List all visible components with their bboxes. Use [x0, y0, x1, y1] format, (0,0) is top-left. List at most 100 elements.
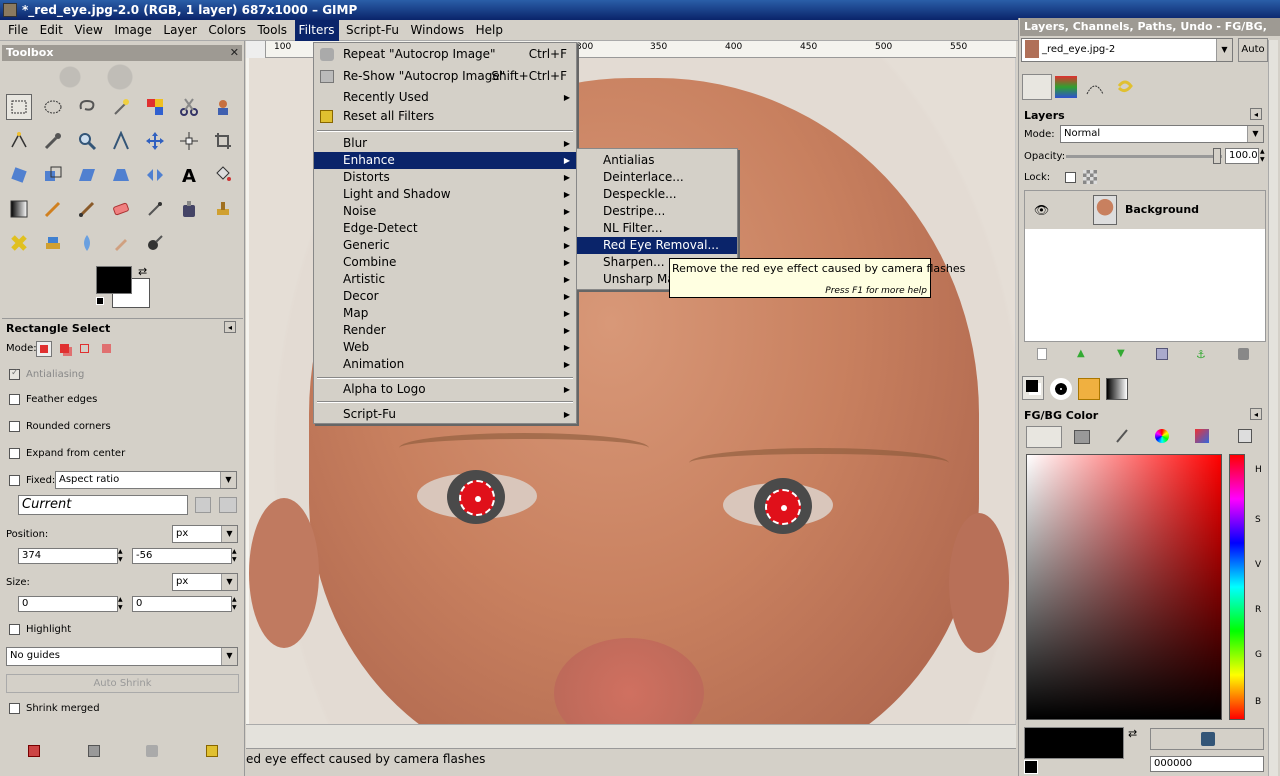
menu-item-generic[interactable]: Generic ▶: [314, 237, 576, 254]
menu-view[interactable]: View: [70, 20, 106, 41]
menu-item-map[interactable]: Map ▶: [314, 305, 576, 322]
right-dock-scrollbar[interactable]: [1268, 40, 1278, 776]
horizontal-scrollbar[interactable]: [246, 724, 1016, 748]
text-tool-icon[interactable]: A: [176, 162, 202, 188]
measure-tool-icon[interactable]: [108, 128, 134, 154]
paths-tool-icon[interactable]: [6, 128, 32, 154]
size-h-field[interactable]: 0: [132, 596, 232, 612]
default-colors-icon[interactable]: [96, 297, 104, 305]
hue-strip[interactable]: [1229, 454, 1245, 720]
smudge-tool-icon[interactable]: [108, 230, 134, 256]
position-x-field[interactable]: 374: [18, 548, 118, 564]
swap-icon[interactable]: ⇄: [1128, 727, 1137, 740]
layer-row-background[interactable]: 👁 Background: [1025, 191, 1265, 229]
auto-button[interactable]: Auto: [1238, 38, 1268, 62]
menu-image[interactable]: Image: [110, 20, 156, 41]
aspect-ratio-field[interactable]: Current: [18, 495, 188, 515]
fuzzy-select-tool-icon[interactable]: [108, 94, 134, 120]
position-y-field[interactable]: -56: [132, 548, 232, 564]
cmyk-selector-icon[interactable]: [1074, 430, 1090, 444]
channel-b[interactable]: B: [1255, 697, 1261, 707]
foreground-select-tool-icon[interactable]: [210, 94, 236, 120]
menu-item-render[interactable]: Render ▶: [314, 322, 576, 339]
menu-item-reshow[interactable]: Re-Show "Autocrop Image" Shift+Ctrl+F: [314, 68, 576, 85]
portrait-icon[interactable]: [195, 497, 211, 513]
menu-item-despeckle[interactable]: Despeckle...: [577, 186, 737, 203]
flip-tool-icon[interactable]: [142, 162, 168, 188]
menu-item-artistic[interactable]: Artistic ▶: [314, 271, 576, 288]
image-combo[interactable]: _red_eye.jpg-2 ▼: [1021, 38, 1233, 62]
save-options-icon[interactable]: [28, 745, 40, 757]
menu-item-distorts[interactable]: Distorts ▶: [314, 169, 576, 186]
clone-tool-icon[interactable]: [210, 196, 236, 222]
menu-filters[interactable]: Filters: [294, 20, 339, 41]
blend-tool-icon[interactable]: [6, 196, 32, 222]
position-unit-combo[interactable]: px ▼: [172, 525, 238, 543]
menu-item-destripe[interactable]: Destripe...: [577, 203, 737, 220]
eye-icon[interactable]: 👁: [1034, 203, 1049, 217]
menu-item-recently-used[interactable]: Recently Used ▶: [314, 89, 576, 106]
channels-tab-icon[interactable]: [1055, 76, 1077, 98]
menu-script-fu[interactable]: Script-Fu: [342, 20, 403, 41]
size-unit-combo[interactable]: px ▼: [172, 573, 238, 591]
opacity-slider-track[interactable]: [1066, 155, 1222, 158]
paths-tab-icon[interactable]: [1084, 76, 1106, 98]
foreground-color-swatch[interactable]: [96, 266, 132, 294]
expand-checkbox[interactable]: [9, 448, 20, 459]
watercolor-selector-icon[interactable]: [1195, 429, 1209, 443]
color-picker-tool-icon[interactable]: [40, 128, 66, 154]
magnify-tool-icon[interactable]: [74, 128, 100, 154]
menu-item-script-fu[interactable]: Script-Fu ▶: [314, 406, 576, 423]
size-h-spinner[interactable]: ▲ ▼: [232, 596, 240, 612]
swap-colors-icon[interactable]: ⇄: [138, 265, 147, 278]
tool-options-menu-icon[interactable]: ◂: [224, 321, 236, 333]
menu-item-light-shadow[interactable]: Light and Shadow ▶: [314, 186, 576, 203]
anchor-layer-icon[interactable]: ⚓: [1196, 348, 1206, 361]
guides-combo[interactable]: No guides ▼: [6, 647, 238, 666]
ink-tool-icon[interactable]: [176, 196, 202, 222]
layers-tab-icon[interactable]: [1022, 74, 1052, 100]
menu-item-red-eye-removal[interactable]: Red Eye Removal...: [577, 237, 737, 254]
menu-item-deinterlace[interactable]: Deinterlace...: [577, 169, 737, 186]
lower-layer-icon[interactable]: ▼: [1117, 348, 1125, 359]
delete-layer-icon[interactable]: [1238, 348, 1249, 360]
dodge-burn-tool-icon[interactable]: [142, 230, 168, 256]
patterns-tab-icon[interactable]: [1078, 378, 1100, 400]
align-tool-icon[interactable]: [176, 128, 202, 154]
layer-mode-combo[interactable]: Normal ▼: [1060, 125, 1264, 143]
menu-tools[interactable]: Tools: [253, 20, 291, 41]
restore-options-icon[interactable]: [88, 745, 100, 757]
fg-color-preview[interactable]: [1024, 727, 1124, 759]
position-y-spinner[interactable]: ▲ ▼: [232, 548, 240, 564]
undo-tab-icon[interactable]: [1114, 76, 1136, 98]
size-w-spinner[interactable]: ▲ ▼: [118, 596, 126, 612]
rounded-checkbox[interactable]: [9, 421, 20, 432]
new-layer-icon[interactable]: [1037, 348, 1047, 360]
move-tool-icon[interactable]: [142, 128, 168, 154]
crop-tool-icon[interactable]: [210, 128, 236, 154]
menu-layer[interactable]: Layer: [159, 20, 200, 41]
antialiasing-checkbox[interactable]: ✓: [9, 368, 20, 380]
color-square[interactable]: [1026, 454, 1222, 720]
mode-intersect-icon[interactable]: [100, 342, 114, 356]
menu-item-edge-detect[interactable]: Edge-Detect ▶: [314, 220, 576, 237]
paintbrush-tool-icon[interactable]: [74, 196, 100, 222]
blur-tool-icon[interactable]: [74, 230, 100, 256]
menu-item-nl-filter[interactable]: NL Filter...: [577, 220, 737, 237]
highlight-checkbox[interactable]: [9, 624, 20, 635]
channel-s[interactable]: S: [1255, 515, 1261, 525]
fixed-checkbox[interactable]: [9, 475, 20, 486]
size-w-field[interactable]: 0: [18, 596, 118, 612]
mode-subtract-icon[interactable]: [78, 342, 92, 356]
raise-layer-icon[interactable]: ▲: [1077, 348, 1085, 359]
menu-help[interactable]: Help: [472, 20, 507, 41]
duplicate-layer-icon[interactable]: [1156, 348, 1168, 360]
heal-tool-icon[interactable]: [6, 230, 32, 256]
menu-windows[interactable]: Windows: [407, 20, 469, 41]
quick-mask-corner[interactable]: [246, 41, 266, 58]
menu-edit[interactable]: Edit: [36, 20, 67, 41]
fixed-combo[interactable]: Aspect ratio ▼: [55, 471, 237, 489]
menu-item-antialias[interactable]: Antialias: [577, 152, 737, 169]
reset-options-icon[interactable]: [206, 745, 218, 757]
opacity-field[interactable]: 100.0: [1225, 148, 1259, 164]
